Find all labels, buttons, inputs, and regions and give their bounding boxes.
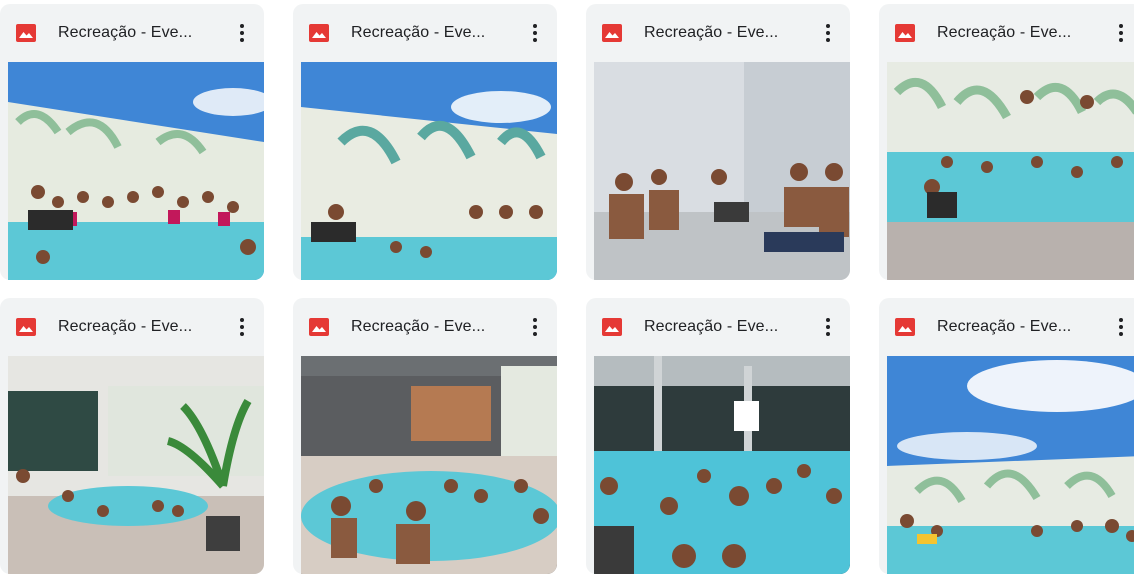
more-vert-icon[interactable] (1109, 20, 1133, 46)
more-vert-icon[interactable] (230, 314, 254, 340)
file-name: Recreação - Eve... (351, 318, 486, 335)
more-vert-icon[interactable] (1109, 314, 1133, 340)
file-name: Recreação - Eve... (58, 318, 193, 335)
file-card[interactable]: Recreação - Eve... (586, 4, 850, 280)
more-vert-icon[interactable] (523, 20, 547, 46)
file-card-header: Recreação - Eve... (586, 298, 850, 356)
image-file-icon (895, 318, 915, 336)
image-file-icon (895, 24, 915, 42)
file-name: Recreação - Eve... (937, 318, 1072, 335)
more-vert-icon[interactable] (816, 314, 840, 340)
file-name: Recreação - Eve... (351, 24, 486, 41)
more-vert-icon[interactable] (230, 20, 254, 46)
file-card-header: Recreação - Eve... (0, 298, 264, 356)
image-file-icon (309, 318, 329, 336)
image-file-icon (309, 24, 329, 42)
image-thumbnail[interactable] (301, 356, 557, 574)
more-vert-icon[interactable] (816, 20, 840, 46)
file-name: Recreação - Eve... (58, 24, 193, 41)
image-file-icon (16, 24, 36, 42)
image-file-icon (602, 24, 622, 42)
image-thumbnail[interactable] (8, 356, 264, 574)
image-thumbnail[interactable] (887, 62, 1134, 280)
file-card[interactable]: Recreação - Eve... (879, 4, 1134, 280)
file-card-header: Recreação - Eve... (879, 298, 1134, 356)
file-card-header: Recreação - Eve... (293, 4, 557, 62)
image-thumbnail[interactable] (887, 356, 1134, 574)
file-card-header: Recreação - Eve... (879, 4, 1134, 62)
file-name: Recreação - Eve... (644, 24, 779, 41)
file-name: Recreação - Eve... (937, 24, 1072, 41)
file-card[interactable]: Recreação - Eve... (586, 298, 850, 574)
file-name: Recreação - Eve... (644, 318, 779, 335)
file-card[interactable]: Recreação - Eve... (293, 298, 557, 574)
more-vert-icon[interactable] (523, 314, 547, 340)
image-file-icon (16, 318, 36, 336)
file-card[interactable]: Recreação - Eve... (0, 298, 264, 574)
image-thumbnail[interactable] (8, 62, 264, 280)
image-thumbnail[interactable] (594, 62, 850, 280)
file-card[interactable]: Recreação - Eve... (879, 298, 1134, 574)
file-card-header: Recreação - Eve... (0, 4, 264, 62)
file-card[interactable]: Recreação - Eve... (0, 4, 264, 280)
file-card-header: Recreação - Eve... (293, 298, 557, 356)
image-thumbnail[interactable] (301, 62, 557, 280)
file-card-header: Recreação - Eve... (586, 4, 850, 62)
image-thumbnail[interactable] (594, 356, 850, 574)
file-card[interactable]: Recreação - Eve... (293, 4, 557, 280)
image-file-icon (602, 318, 622, 336)
